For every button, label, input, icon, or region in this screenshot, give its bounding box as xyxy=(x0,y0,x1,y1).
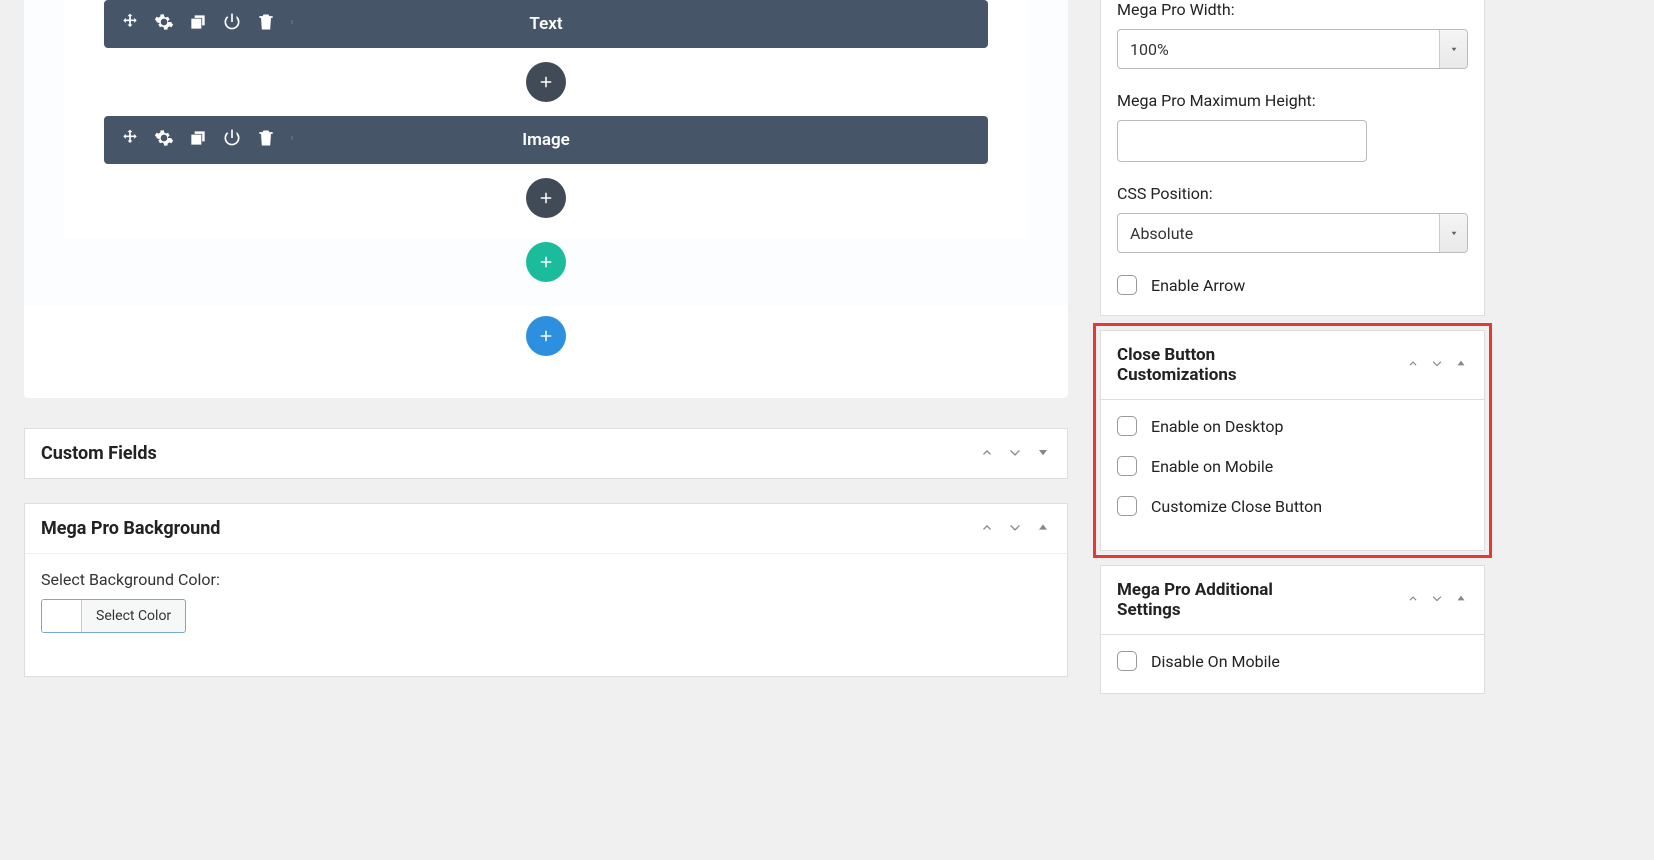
add-row-button[interactable] xyxy=(526,316,566,356)
custom-fields-panel: Custom Fields xyxy=(24,428,1068,479)
enable-desktop-label: Enable on Desktop xyxy=(1151,417,1283,436)
cssposition-select[interactable]: Absolute xyxy=(1117,213,1468,253)
triangle-up-icon[interactable] xyxy=(1035,519,1051,539)
width-select[interactable]: 100% xyxy=(1117,29,1468,69)
disable-mobile-label: Disable On Mobile xyxy=(1151,652,1280,671)
enable-arrow-checkbox[interactable] xyxy=(1117,275,1137,295)
maxheight-input[interactable] xyxy=(1117,120,1367,162)
cssposition-label: CSS Position: xyxy=(1117,184,1468,203)
caret-down-icon xyxy=(1439,214,1467,252)
gear-icon[interactable] xyxy=(154,128,174,152)
add-widget-button[interactable] xyxy=(526,62,566,102)
select-color-button[interactable]: Select Color xyxy=(41,599,186,633)
color-swatch xyxy=(42,600,82,632)
chevron-down-icon[interactable] xyxy=(1430,356,1444,374)
chevron-down-icon[interactable] xyxy=(1007,519,1023,539)
widget-image-bar[interactable]: Image xyxy=(104,116,988,164)
add-column-button[interactable] xyxy=(526,242,566,282)
panel-title: Mega Pro Background xyxy=(41,518,220,539)
mega-pro-settings-panel: Mega Pro Width: 100% Mega Pro Maximum He… xyxy=(1100,0,1485,316)
trash-icon[interactable] xyxy=(256,12,276,36)
plus-icon xyxy=(537,73,555,91)
panel-title: Mega Pro Additional Settings xyxy=(1117,580,1317,620)
trash-icon[interactable] xyxy=(256,128,276,152)
move-icon[interactable] xyxy=(120,128,140,152)
enable-arrow-label: Enable Arrow xyxy=(1151,276,1245,295)
chevron-down-icon[interactable] xyxy=(1430,591,1444,609)
chevron-up-icon[interactable] xyxy=(979,519,995,539)
width-value: 100% xyxy=(1118,30,1439,68)
plus-icon xyxy=(537,189,555,207)
power-icon[interactable] xyxy=(222,12,242,36)
mega-pro-background-panel: Mega Pro Background Select Background Co… xyxy=(24,503,1068,677)
more-icon[interactable] xyxy=(290,128,294,152)
duplicate-icon[interactable] xyxy=(188,12,208,36)
panel-title: Custom Fields xyxy=(41,443,157,464)
widget-text-bar[interactable]: Text xyxy=(104,0,988,48)
mega-pro-additional-settings-panel: Mega Pro Additional Settings Disable On … xyxy=(1100,565,1485,694)
select-color-label: Select Color xyxy=(82,600,185,632)
more-icon[interactable] xyxy=(290,12,294,36)
move-icon[interactable] xyxy=(120,12,140,36)
cssposition-value: Absolute xyxy=(1118,214,1439,252)
chevron-down-icon[interactable] xyxy=(1007,444,1023,464)
plus-icon xyxy=(537,327,555,345)
power-icon[interactable] xyxy=(222,128,242,152)
caret-down-icon xyxy=(1439,30,1467,68)
triangle-up-icon[interactable] xyxy=(1454,591,1468,609)
width-label: Mega Pro Width: xyxy=(1117,0,1468,19)
maxheight-label: Mega Pro Maximum Height: xyxy=(1117,91,1468,110)
chevron-up-icon[interactable] xyxy=(1406,591,1420,609)
enable-mobile-checkbox[interactable] xyxy=(1117,456,1137,476)
chevron-up-icon[interactable] xyxy=(1406,356,1420,374)
gear-icon[interactable] xyxy=(154,12,174,36)
triangle-down-icon[interactable] xyxy=(1035,444,1051,464)
enable-mobile-label: Enable on Mobile xyxy=(1151,457,1273,476)
bg-color-label: Select Background Color: xyxy=(41,570,1051,589)
close-button-customizations-panel: Close Button Customizations Enable on De… xyxy=(1100,330,1485,551)
panel-title: Close Button Customizations xyxy=(1117,345,1317,385)
customize-close-checkbox[interactable] xyxy=(1117,496,1137,516)
chevron-up-icon[interactable] xyxy=(979,444,995,464)
customize-close-label: Customize Close Button xyxy=(1151,497,1322,516)
add-widget-button[interactable] xyxy=(526,178,566,218)
triangle-up-icon[interactable] xyxy=(1454,356,1468,374)
duplicate-icon[interactable] xyxy=(188,128,208,152)
enable-desktop-checkbox[interactable] xyxy=(1117,416,1137,436)
plus-icon xyxy=(537,253,555,271)
disable-mobile-checkbox[interactable] xyxy=(1117,651,1137,671)
